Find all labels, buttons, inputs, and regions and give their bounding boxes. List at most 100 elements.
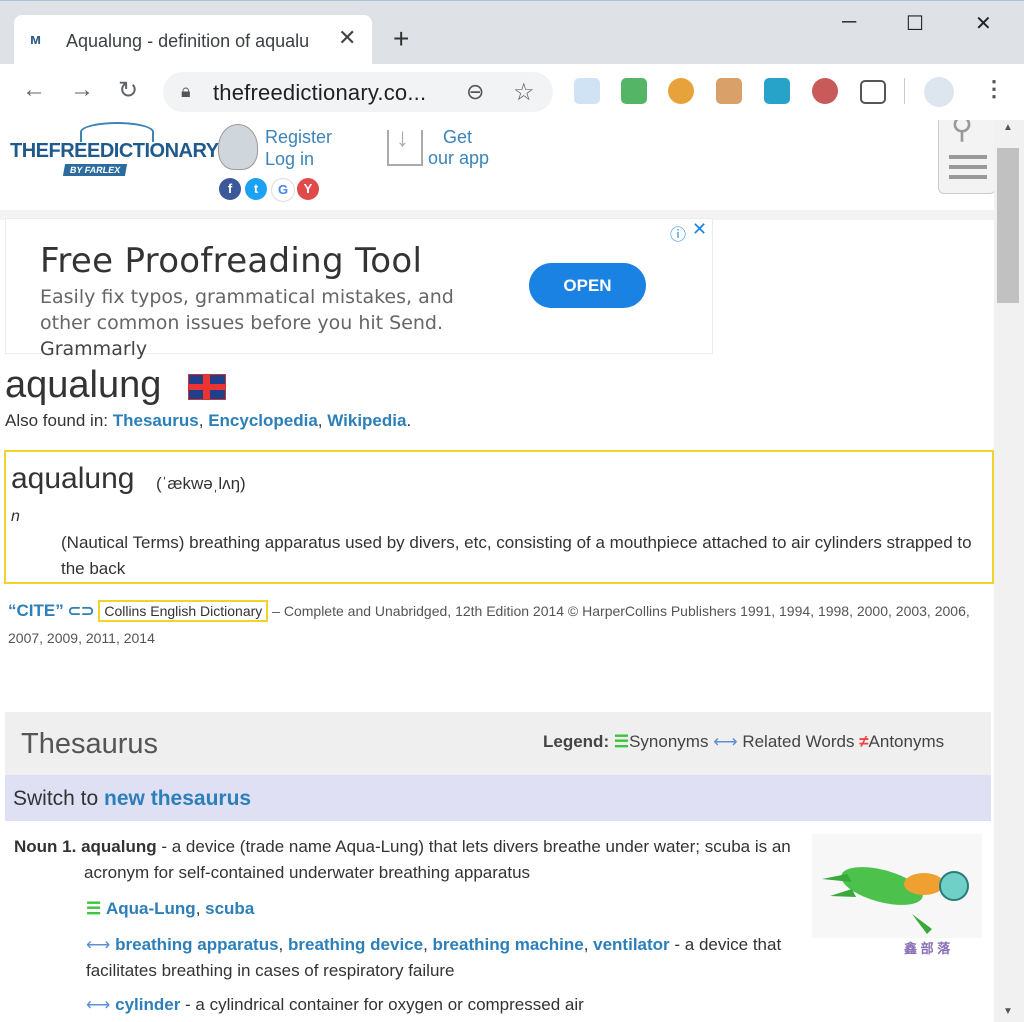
thesaurus-header: Thesaurus Legend: ☰Synonyms ⟷ Related Wo…	[5, 712, 991, 775]
also-found-in: Also found in: Thesaurus, Encyclopedia, …	[5, 411, 412, 430]
google-icon[interactable]: G	[271, 178, 295, 202]
extension-icon-6[interactable]	[812, 78, 838, 104]
legend: Legend: ☰Synonyms ⟷ Related Words ≠Anton…	[543, 732, 944, 752]
cite-link[interactable]: “CITE”	[8, 601, 64, 620]
new-tab-button[interactable]: +	[393, 25, 409, 53]
thesaurus-title: Thesaurus	[21, 728, 159, 760]
maximize-button[interactable]: ☐	[906, 11, 924, 36]
toolbar-divider	[904, 78, 905, 104]
synonym-link[interactable]: Aqua-Lung	[106, 899, 196, 918]
address-bar[interactable]: 🔒︎ thefreedictionary.co... ⊖ ☆	[163, 72, 553, 112]
citation: “CITE” ⊂⊃ Collins English Dictionary – C…	[8, 598, 983, 651]
hamburger-bar	[949, 175, 987, 179]
legend-synonyms: Synonyms	[629, 732, 709, 751]
forward-icon[interactable]: →	[70, 76, 94, 104]
legend-label: Legend:	[543, 732, 610, 751]
related-link[interactable]: cylinder	[115, 995, 180, 1014]
extension-icon-4[interactable]	[716, 78, 742, 104]
minimize-button[interactable]: ─	[842, 11, 856, 34]
diver-illustration: 鑫 部 落	[812, 834, 982, 956]
download-arrow-icon: ↓	[396, 122, 409, 152]
related-words-icon: ⟷	[86, 935, 111, 954]
url-text[interactable]: thefreedictionary.co...	[213, 80, 426, 106]
related-definition: - a cylindrical container for oxygen or …	[185, 995, 584, 1014]
extension-icon-2[interactable]	[621, 78, 647, 104]
ad-brand: Grammarly	[40, 338, 148, 360]
scrollbar-thumb[interactable]	[997, 148, 1019, 303]
extension-icon-5[interactable]	[764, 78, 790, 104]
hamburger-bar	[949, 155, 987, 159]
synonyms-icon: ☰	[613, 732, 630, 751]
ad-title[interactable]: Free Proofreading Tool	[40, 241, 422, 281]
favicon-icon: ᴍ	[30, 31, 42, 48]
yahoo-icon[interactable]: Y	[297, 178, 319, 200]
noun-label: Noun 1.	[14, 837, 77, 856]
definition-word: aqualung	[11, 462, 135, 495]
page-content: THEFREEDICTIONARY BY FARLEX Register Log…	[0, 120, 994, 1022]
related-words-icon: ⟷	[86, 995, 111, 1014]
definition-box: aqualung (ˈækwəˌlʌŋ) n (Nautical Terms) …	[4, 450, 994, 584]
reload-icon[interactable]: ↻	[118, 76, 138, 105]
related-link[interactable]: breathing device	[288, 935, 423, 954]
site-logo[interactable]: THEFREEDICTIONARY	[10, 140, 219, 163]
zoom-icon[interactable]: ⊖	[466, 79, 484, 105]
back-icon[interactable]: ←	[22, 76, 46, 104]
ad-banner[interactable]: ⓘ ✕ Free Proofreading Tool Easily fix ty…	[5, 218, 713, 360]
related-words-icon: ⟷	[713, 732, 738, 751]
brain-icon	[218, 124, 258, 170]
definition-text: (Nautical Terms) breathing apparatus use…	[61, 533, 972, 578]
source-name[interactable]: Collins English Dictionary	[98, 600, 269, 622]
hamburger-bar	[949, 165, 987, 169]
new-thesaurus-link[interactable]: new thesaurus	[104, 787, 251, 810]
browser-titlebar: ᴍ Aqualung - definition of aqualu ✕ + ─ …	[0, 0, 1024, 65]
star-icon[interactable]: ☆	[513, 78, 535, 107]
logo-subtitle: BY FARLEX	[62, 164, 128, 176]
part-of-speech: n	[11, 508, 20, 525]
logo-glasses-icon	[80, 122, 154, 142]
register-link[interactable]: Register	[265, 126, 332, 148]
scroll-down-icon[interactable]: ▼	[1003, 1006, 1013, 1017]
switch-thesaurus-text: Switch to new thesaurus	[13, 787, 252, 810]
twitter-icon[interactable]: t	[245, 178, 267, 200]
related-link[interactable]: breathing apparatus	[115, 935, 278, 954]
encyclopedia-link[interactable]: Encyclopedia	[208, 411, 318, 430]
search-icon[interactable]: ⚲	[951, 120, 973, 146]
word-heading: aqualung	[5, 364, 226, 407]
extension-icon-3[interactable]	[668, 78, 694, 104]
site-header: THEFREEDICTIONARY BY FARLEX Register Log…	[0, 120, 994, 210]
scroll-up-icon[interactable]: ▲	[1003, 122, 1013, 133]
link-icon[interactable]: ⊂⊃	[68, 603, 95, 620]
uk-audio-icon[interactable]	[187, 373, 226, 400]
facebook-icon[interactable]: f	[219, 178, 241, 200]
synonyms-icon: ☰	[86, 899, 102, 918]
extension-icon-1[interactable]	[574, 78, 600, 104]
tab-title: Aqualung - definition of aqualu	[66, 31, 310, 51]
profile-avatar[interactable]	[924, 77, 954, 107]
screenshot-icon[interactable]	[860, 80, 886, 104]
related-link[interactable]: breathing machine	[433, 935, 584, 954]
our-app-label[interactable]: our app	[428, 147, 489, 169]
login-link[interactable]: Log in	[265, 148, 314, 170]
synonym-link[interactable]: scuba	[205, 899, 254, 918]
browser-tab[interactable]: ᴍ Aqualung - definition of aqualu ✕	[14, 15, 372, 65]
tab-close-icon[interactable]: ✕	[338, 25, 356, 51]
legend-related: Related Words	[742, 732, 855, 751]
wikipedia-link[interactable]: Wikipedia	[327, 411, 406, 430]
noun-word: aqualung	[81, 837, 157, 856]
pronunciation: (ˈækwəˌlʌŋ)	[156, 474, 246, 493]
antonyms-icon: ≠	[859, 732, 869, 751]
related-link[interactable]: ventilator	[593, 935, 670, 954]
related-line-2: ⟷ cylinder - a cylindrical container for…	[86, 992, 584, 1018]
ad-text: Easily fix typos, grammatical mistakes, …	[40, 286, 454, 360]
ad-info-icon[interactable]: ⓘ	[670, 221, 686, 245]
menu-dots-icon[interactable]: ⋮	[983, 76, 1005, 102]
ad-close-icon[interactable]: ✕	[692, 219, 707, 240]
thesaurus-link[interactable]: Thesaurus	[113, 411, 199, 430]
thesaurus-entry: Noun 1. aqualung - a device (trade name …	[14, 834, 804, 886]
close-window-button[interactable]: ✕	[975, 11, 992, 36]
synonym-line: ☰ Aqua-Lung, scuba	[86, 899, 255, 918]
ad-open-button[interactable]: OPEN	[529, 263, 646, 308]
search-menu-box[interactable]: ⚲	[938, 120, 994, 194]
get-app-label[interactable]: Get	[443, 126, 472, 148]
noun-definition: - a device (trade name Aqua-Lung) that l…	[84, 837, 791, 882]
